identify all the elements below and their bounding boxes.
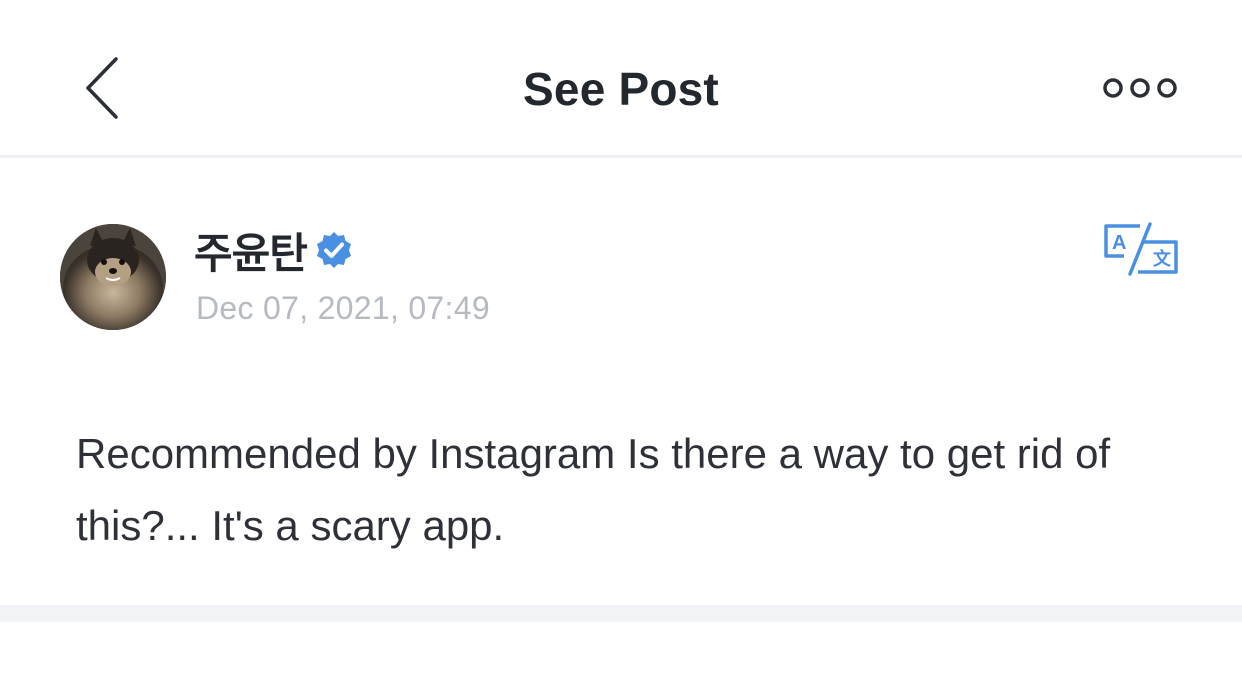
post-date: Dec 07, 2021, 07:49 xyxy=(196,290,490,326)
translate-button[interactable]: A 文 xyxy=(1100,220,1182,280)
more-options-button[interactable] xyxy=(1094,68,1186,108)
post-screen: See Post 주윤탄 Dec 07, 2021, 07:49 A 文 Rec… xyxy=(0,0,1242,674)
page-title: See Post xyxy=(523,63,719,115)
section-divider xyxy=(0,605,1242,622)
top-navbar: See Post xyxy=(0,0,1242,158)
svg-text:文: 文 xyxy=(1153,248,1172,270)
avatar[interactable] xyxy=(60,224,166,330)
svg-text:A: A xyxy=(1112,232,1126,254)
verified-badge-icon xyxy=(315,231,353,269)
author-name[interactable]: 주윤탄 xyxy=(194,220,308,281)
translate-icon: A 文 xyxy=(1104,222,1178,276)
dog-avatar xyxy=(60,224,166,330)
more-horizontal-icon xyxy=(1103,78,1177,98)
author-row: 주윤탄 xyxy=(194,222,353,278)
post-body-text: Recommended by Instagram Is there a way … xyxy=(76,430,1111,549)
